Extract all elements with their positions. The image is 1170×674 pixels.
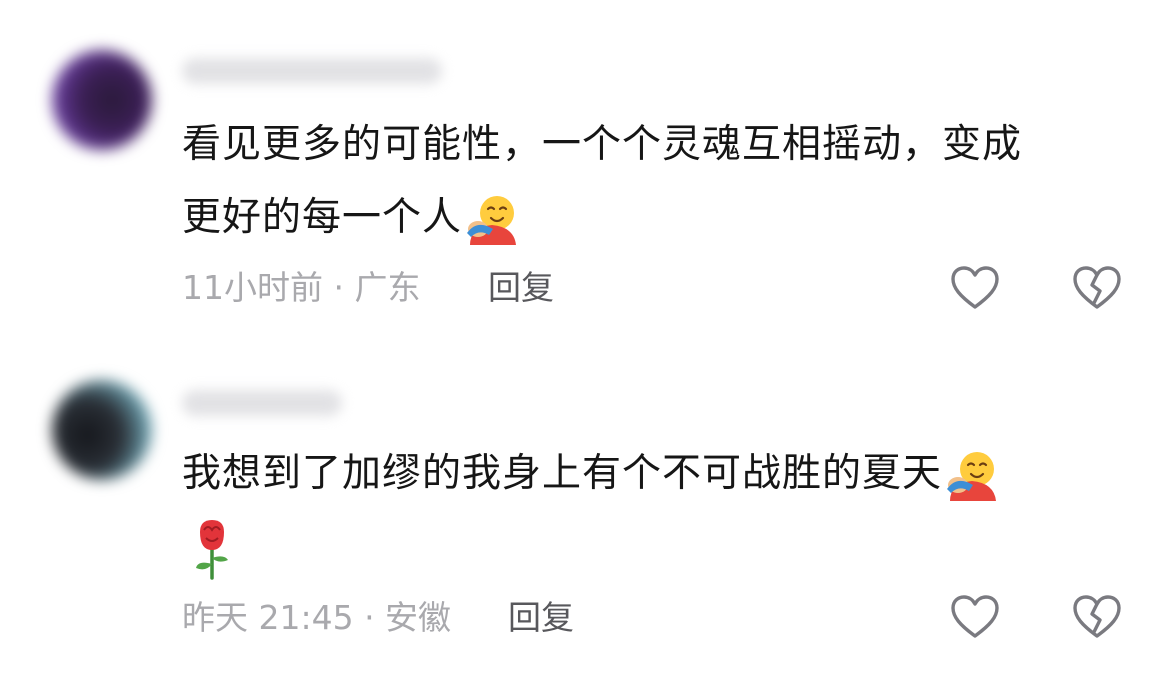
comment-text-line: 看见更多的可能性，一个个灵魂互相摇动，变成 xyxy=(182,108,1022,181)
broken-heart-icon[interactable] xyxy=(1072,594,1122,640)
hugging-face-icon xyxy=(464,191,522,249)
heart-outline-icon[interactable] xyxy=(950,594,1000,640)
avatar[interactable] xyxy=(52,380,152,480)
comment-meta: 11小时前 · 广东 xyxy=(182,268,421,307)
comment-text-line xyxy=(188,510,234,583)
comment-text: 更好的每一个人 xyxy=(182,195,463,240)
hugging-face-icon xyxy=(944,447,1002,505)
comment-text: 我想到了加缪的我身上有个不可战胜的夏天 xyxy=(182,451,943,496)
username-blurred[interactable] xyxy=(182,390,342,416)
broken-heart-icon[interactable] xyxy=(1072,265,1122,311)
comment-text-line: 更好的每一个人 xyxy=(182,181,522,254)
username-blurred[interactable] xyxy=(182,58,442,84)
avatar[interactable] xyxy=(52,50,152,150)
rose-icon xyxy=(190,518,234,580)
comment-meta: 昨天 21:45 · 安徽 xyxy=(182,598,452,637)
comment-text-line: 我想到了加缪的我身上有个不可战胜的夏天 xyxy=(182,437,1002,510)
reply-button[interactable]: 回复 xyxy=(488,268,554,308)
reply-button[interactable]: 回复 xyxy=(508,598,574,638)
comment-text: 看见更多的可能性，一个个灵魂互相摇动，变成 xyxy=(182,122,1023,167)
heart-outline-icon[interactable] xyxy=(950,265,1000,311)
